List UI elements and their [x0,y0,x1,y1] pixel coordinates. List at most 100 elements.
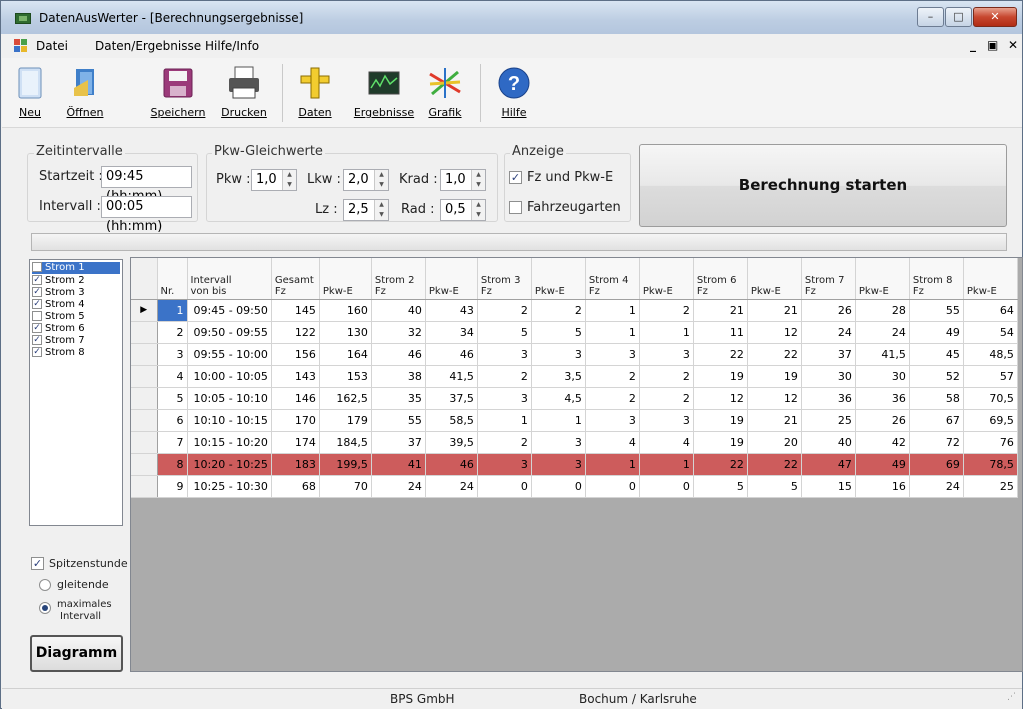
table-row[interactable]: 8 10:20 - 10:25 183 199,5 41 46 3 3 1 1 22 22 47 49 69… [131,453,1018,476]
table-cell[interactable]: 48,5 [963,343,1018,366]
table-cell[interactable]: 8 [157,453,188,476]
table-cell[interactable]: 49 [909,321,964,344]
table-cell[interactable]: 16 [855,475,910,498]
stream-5-checkbox[interactable] [32,311,42,321]
column-header[interactable]: Nr. [157,258,188,300]
table-cell[interactable]: 58 [909,387,964,410]
table-cell[interactable]: 42 [855,431,910,454]
column-header[interactable]: Intervall von bis [187,258,272,300]
stream-item-5[interactable]: Strom 5 [32,311,85,323]
table-cell[interactable]: 37 [801,343,856,366]
table-cell[interactable]: 0 [477,475,532,498]
table-row[interactable]: 7 10:15 - 10:20 174 184,5 37 39,5 2 3 4 4 19 20 40 42… [131,431,1018,454]
rad-spinner[interactable]: 0,5 ▲ ▼ [440,199,486,221]
table-cell[interactable]: 32 [371,321,426,344]
table-cell[interactable]: 45 [909,343,964,366]
spinner-arrows-icon[interactable]: ▲ ▼ [471,200,485,220]
drucken-button[interactable]: Drucken [215,62,273,126]
table-cell[interactable]: 25 [801,409,856,432]
table-cell[interactable]: 22 [747,453,802,476]
column-header[interactable]: Strom 6 Fz [693,258,748,300]
spinner-arrows-icon[interactable]: ▲ ▼ [471,170,485,190]
table-cell[interactable]: 25 [963,475,1018,498]
table-cell[interactable]: 9 [157,475,188,498]
table-cell[interactable]: 5 [477,321,532,344]
table-cell[interactable]: 70,5 [963,387,1018,410]
startzeit-input[interactable]: 09:45 (hh:mm) [101,166,192,204]
stream-item-4[interactable]: ✓ Strom 4 [32,299,85,311]
column-header[interactable]: Strom 2 Fz [371,258,426,300]
table-cell[interactable]: 49 [855,453,910,476]
table-cell[interactable]: 5 [157,387,188,410]
table-cell[interactable]: 39,5 [425,431,478,454]
table-row[interactable]: 9 10:25 - 10:30 68 70 24 24 0 0 0 0 5 5 15 16 24 25 [131,475,1018,498]
oeffnen-button[interactable]: Öffnen [60,62,110,126]
table-cell[interactable]: 1 [157,299,188,322]
title-bar[interactable]: DatenAusWerter - [Berechnungsergebnisse]… [1,1,1022,34]
row-header[interactable] [131,365,158,388]
table-cell[interactable]: 10:10 - 10:15 [187,409,272,432]
table-cell[interactable]: 5 [693,475,748,498]
table-cell[interactable]: 37 [371,431,426,454]
table-cell[interactable]: 4,5 [531,387,586,410]
table-cell[interactable]: 24 [425,475,478,498]
table-cell[interactable]: 10:00 - 10:05 [187,365,272,388]
row-header[interactable]: ▶ [131,299,158,322]
column-header[interactable]: Pkw-E [531,258,586,300]
stream-3-checkbox[interactable]: ✓ [32,287,42,297]
spitzenstunde-checkbox[interactable]: ✓ [31,557,44,570]
table-cell[interactable]: 122 [271,321,320,344]
table-cell[interactable]: 3 [531,453,586,476]
table-cell[interactable]: 36 [855,387,910,410]
table-cell[interactable]: 19 [693,365,748,388]
table-cell[interactable]: 179 [319,409,372,432]
hilfe-button[interactable]: ? Hilfe [492,62,536,126]
table-cell[interactable]: 2 [585,365,640,388]
table-cell[interactable]: 183 [271,453,320,476]
table-cell[interactable]: 40 [801,431,856,454]
maximize-button[interactable]: □ [945,7,972,27]
spinner-arrows-icon[interactable]: ▲ ▼ [374,170,388,190]
table-cell[interactable]: 12 [747,321,802,344]
lz-spinner[interactable]: 2,5 ▲ ▼ [343,199,389,221]
table-cell[interactable]: 6 [157,409,188,432]
table-cell[interactable]: 21 [747,299,802,322]
table-cell[interactable]: 1 [477,409,532,432]
table-cell[interactable]: 24 [855,321,910,344]
table-cell[interactable]: 130 [319,321,372,344]
table-cell[interactable]: 3 [531,343,586,366]
stream-item-6[interactable]: ✓ Strom 6 [32,323,85,335]
table-cell[interactable]: 174 [271,431,320,454]
table-cell[interactable]: 24 [371,475,426,498]
table-cell[interactable]: 76 [963,431,1018,454]
table-cell[interactable]: 5 [747,475,802,498]
table-cell[interactable]: 1 [639,453,694,476]
stream-2-checkbox[interactable]: ✓ [32,275,42,285]
table-cell[interactable]: 146 [271,387,320,410]
table-cell[interactable]: 1 [639,321,694,344]
stream-item-3[interactable]: ✓ Strom 3 [32,287,85,299]
grafik-button[interactable]: Grafik [422,62,468,126]
table-cell[interactable]: 5 [531,321,586,344]
table-cell[interactable]: 41 [371,453,426,476]
table-cell[interactable]: 164 [319,343,372,366]
table-cell[interactable]: 20 [747,431,802,454]
table-cell[interactable]: 12 [747,387,802,410]
stream-6-checkbox[interactable]: ✓ [32,323,42,333]
stream-item-2[interactable]: ✓ Strom 2 [32,275,85,287]
table-row[interactable]: 6 10:10 - 10:15 170 179 55 58,5 1 1 3 3 19 21 25 26 67… [131,409,1018,432]
table-cell[interactable]: 2 [157,321,188,344]
row-header[interactable] [131,321,158,344]
table-cell[interactable]: 41,5 [855,343,910,366]
table-cell[interactable]: 3 [477,343,532,366]
table-cell[interactable]: 21 [747,409,802,432]
table-cell[interactable]: 46 [371,343,426,366]
row-header[interactable] [131,409,158,432]
table-cell[interactable]: 0 [531,475,586,498]
close-button[interactable]: ✕ [973,7,1017,27]
neu-button[interactable]: Neu [10,62,50,126]
diagramm-button[interactable]: Diagramm [30,635,123,672]
column-header[interactable]: Pkw-E [425,258,478,300]
table-cell[interactable]: 19 [747,365,802,388]
table-cell[interactable]: 10:15 - 10:20 [187,431,272,454]
